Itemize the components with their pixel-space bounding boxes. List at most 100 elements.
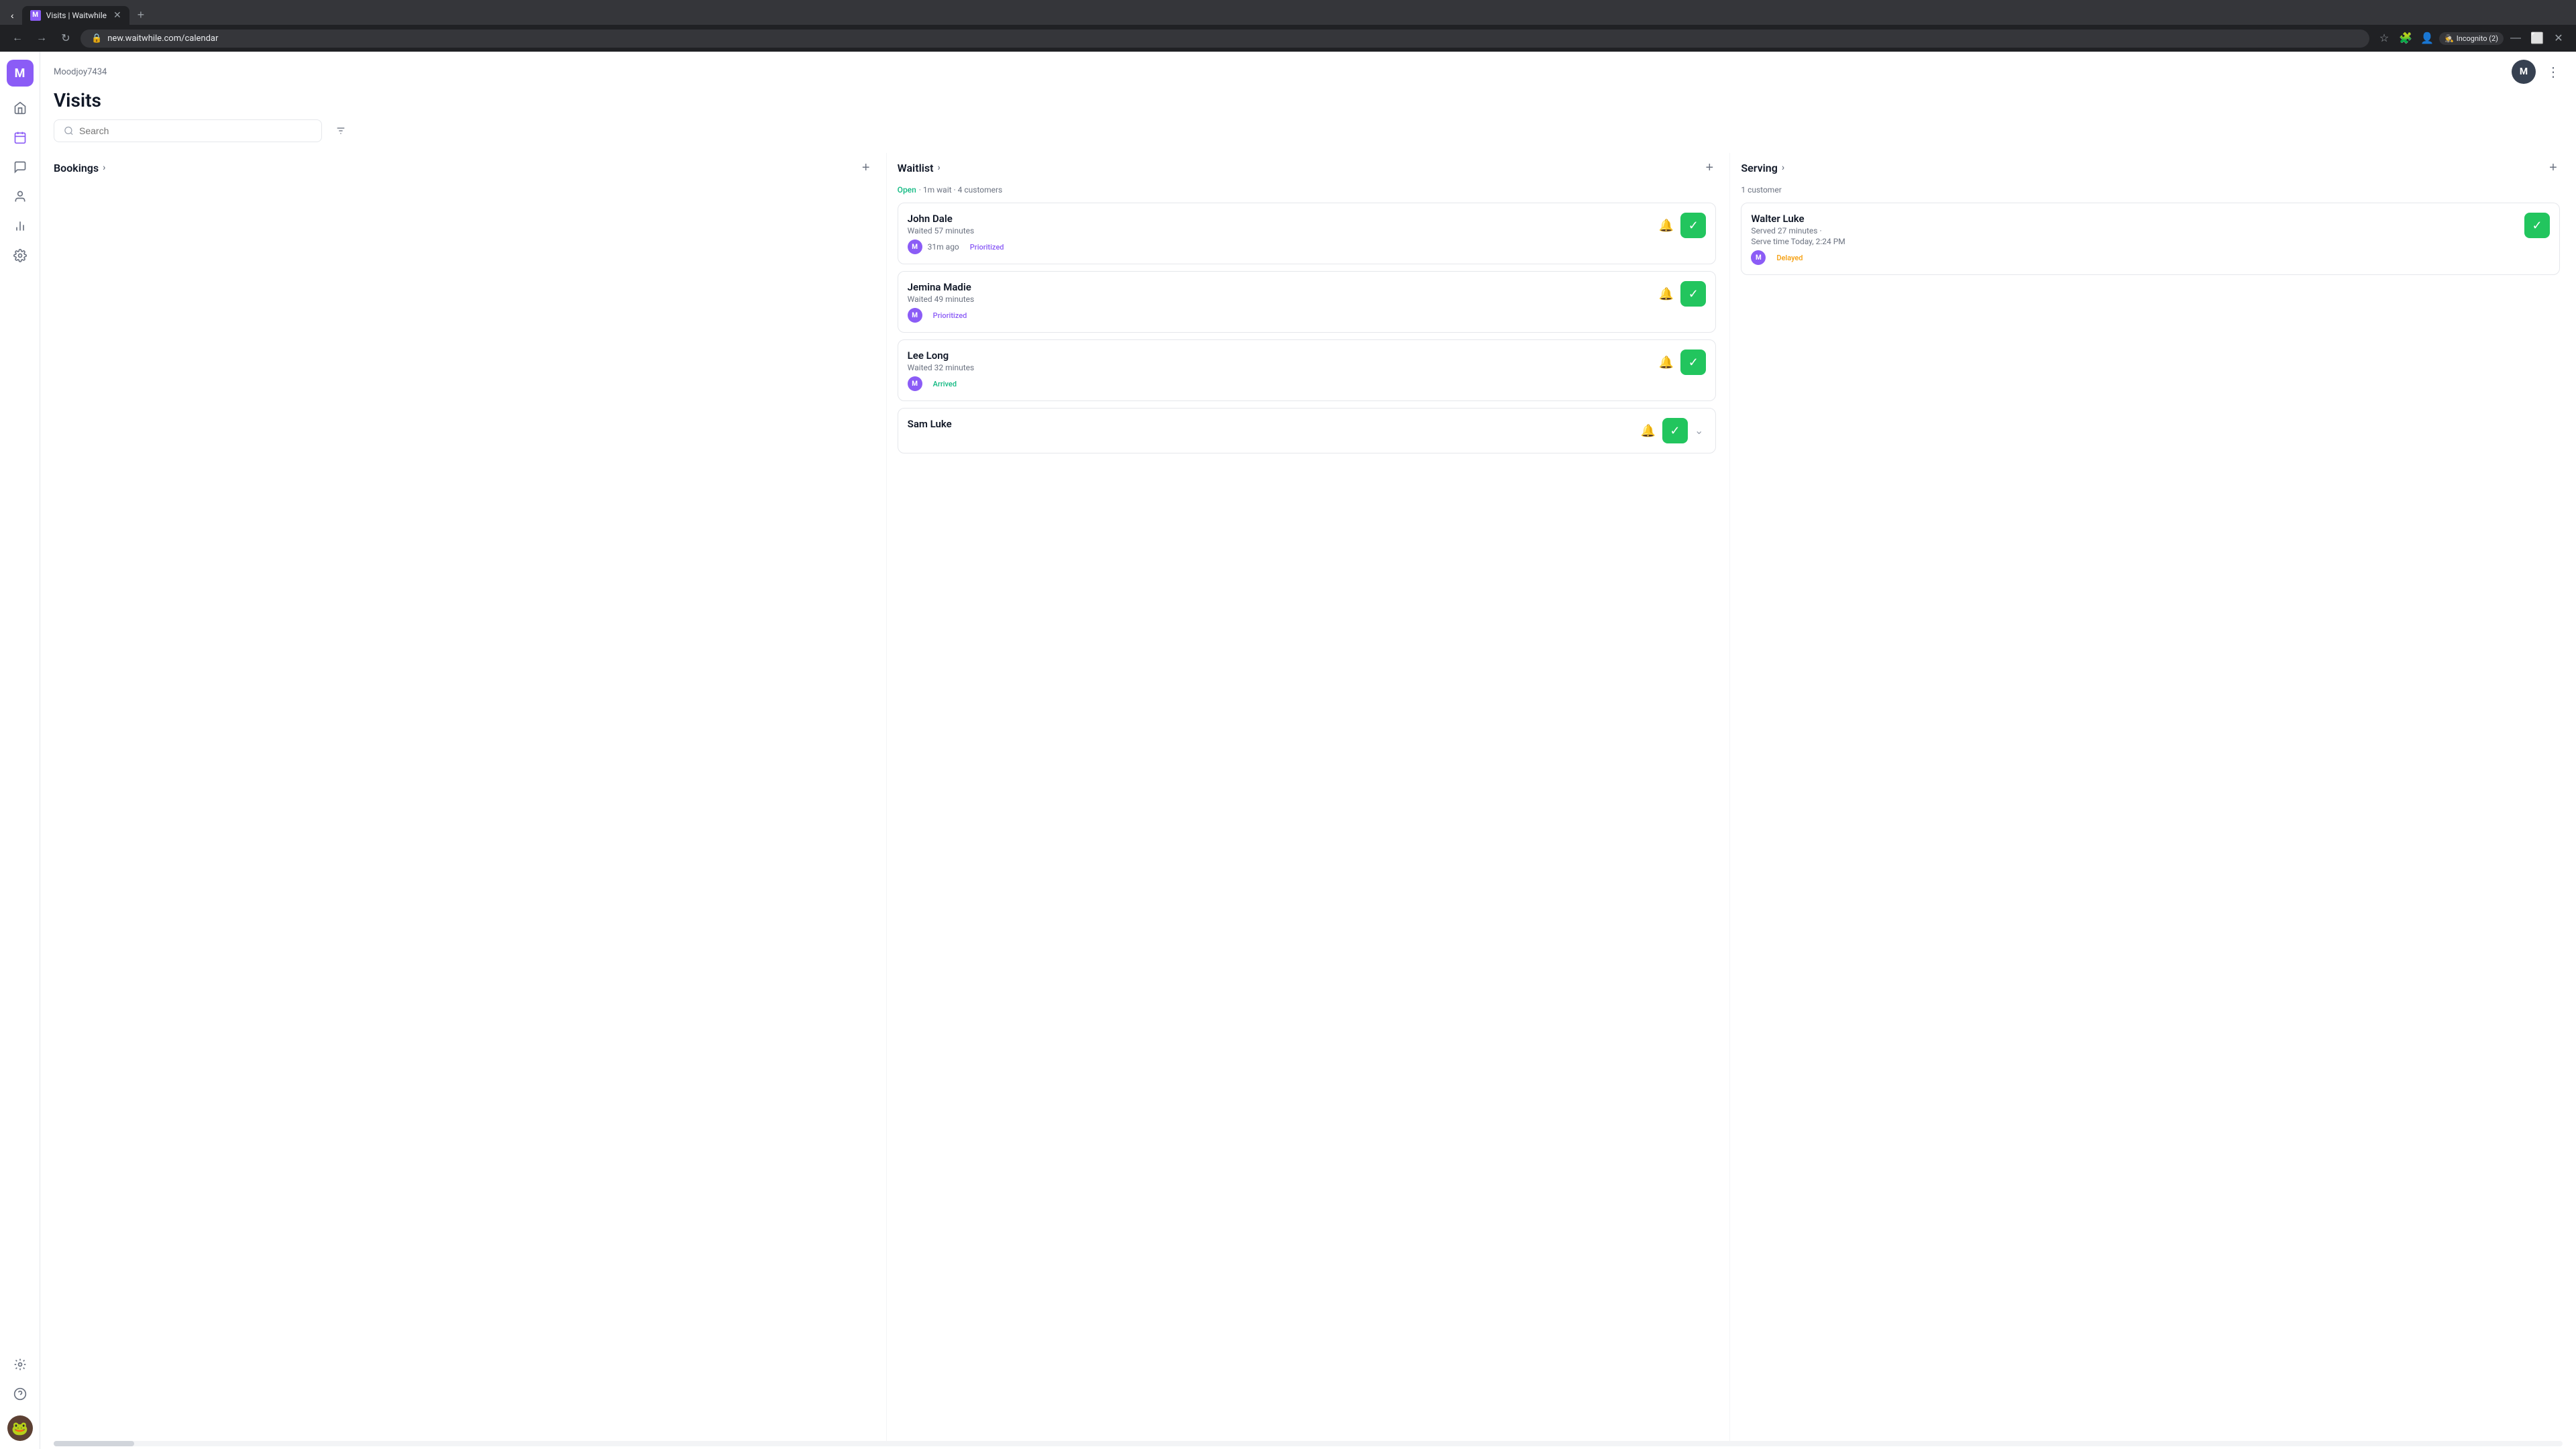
card-actions: 🔔 ✓	[1656, 281, 1706, 307]
card-info-walter: Walter Luke Served 27 minutes · Serve ti…	[1751, 213, 2519, 265]
address-text: new.waitwhile.com/calendar	[107, 34, 218, 44]
card-badge-prioritized: Prioritized	[928, 310, 973, 321]
back-button[interactable]: ←	[8, 29, 27, 48]
serving-chevron: ›	[1782, 162, 1784, 173]
sidebar-item-help[interactable]	[7, 1381, 34, 1407]
card-meta: M Prioritized	[908, 308, 1651, 323]
home-icon	[13, 101, 27, 115]
incognito-badge: 🕵 Incognito (2)	[2439, 32, 2504, 45]
bookings-title[interactable]: Bookings ›	[54, 162, 105, 174]
check-button[interactable]: ✓	[1680, 281, 1706, 307]
waitlist-add-button[interactable]: +	[1700, 158, 1719, 177]
bell-button[interactable]: 🔔	[1656, 284, 1676, 304]
toolbar-icons: ☆ 🧩 👤 🕵 Incognito (2) — ⬜ ✕	[2375, 29, 2568, 48]
sidebar-item-messages[interactable]	[7, 154, 34, 180]
forward-button[interactable]: →	[32, 29, 51, 48]
serving-add-button[interactable]: +	[2544, 158, 2563, 177]
sidebar-item-integrations[interactable]	[7, 1351, 34, 1378]
card-meta: M Delayed	[1751, 250, 2519, 265]
more-options-button[interactable]: ⋮	[2544, 61, 2563, 83]
close-window-button[interactable]: ✕	[2549, 29, 2568, 48]
bell-button[interactable]: 🔔	[1656, 353, 1676, 372]
reload-button[interactable]: ↻	[56, 29, 75, 48]
bookings-header: Bookings › +	[54, 153, 875, 185]
sidebar-logo[interactable]: M	[7, 60, 34, 87]
sidebar-item-settings[interactable]	[7, 242, 34, 269]
tab-title: Visits | Waitwhile	[46, 11, 108, 20]
check-button[interactable]: ✓	[2524, 213, 2550, 238]
card-name: Jemina Madie	[908, 281, 1651, 293]
card-waited: Waited 57 minutes	[908, 226, 1651, 235]
card-name: Lee Long	[908, 350, 1651, 362]
page-title: Visits	[54, 89, 2563, 111]
waitlist-chevron: ›	[938, 162, 941, 173]
card-badge-delayed: Delayed	[1771, 252, 1808, 264]
customers-icon	[13, 190, 27, 203]
tab-close-button[interactable]: ✕	[113, 10, 121, 21]
search-bar	[40, 119, 2576, 153]
page-header: Visits	[40, 84, 2576, 119]
integrations-icon	[13, 1358, 27, 1371]
tab-favicon: M	[30, 10, 41, 21]
waitlist-column: Waitlist › + Open · 1m wait · 4 customer…	[898, 153, 1731, 1441]
extensions-button[interactable]: 🧩	[2396, 29, 2415, 48]
org-name: Moodjoy7434	[54, 67, 107, 77]
waitlist-cards: John Dale Waited 57 minutes M 31m ago Pr…	[898, 203, 1719, 1441]
card-meta: M Arrived	[908, 376, 1651, 391]
top-bar-right: M ⋮	[2512, 60, 2563, 84]
address-input[interactable]: 🔒 new.waitwhile.com/calendar	[80, 30, 2369, 48]
search-input[interactable]	[79, 125, 312, 136]
waitlist-header: Waitlist › +	[898, 153, 1719, 185]
waitlist-title[interactable]: Waitlist ›	[898, 162, 941, 174]
check-button[interactable]: ✓	[1680, 213, 1706, 238]
bell-button[interactable]: 🔔	[1638, 421, 1658, 441]
check-button[interactable]: ✓	[1662, 418, 1688, 443]
minimize-button[interactable]: —	[2506, 29, 2525, 48]
sidebar-item-analytics[interactable]	[7, 213, 34, 239]
sidebar-avatar[interactable]: 🐸	[7, 1415, 33, 1441]
card-name: John Dale	[908, 213, 1651, 225]
horizontal-scrollbar[interactable]	[54, 1441, 2563, 1446]
bookmark-button[interactable]: ☆	[2375, 29, 2394, 48]
waitlist-status-detail: · 1m wait · 4 customers	[919, 185, 1002, 195]
card-avatar: M	[908, 376, 922, 391]
sidebar-item-customers[interactable]	[7, 183, 34, 210]
browser-chrome: ‹ M Visits | Waitwhile ✕ + ← → ↻ 🔒 new.w…	[0, 0, 2576, 52]
filter-button[interactable]	[330, 120, 352, 142]
check-button[interactable]: ✓	[1680, 350, 1706, 375]
sidebar-item-calendar[interactable]	[7, 124, 34, 151]
serving-header: Serving › +	[1741, 153, 2563, 185]
card-actions: 🔔 ✓ ⌄	[1638, 418, 1707, 443]
user-avatar[interactable]: M	[2512, 60, 2536, 84]
expand-button[interactable]: ⌄	[1692, 421, 1706, 440]
serving-customer-count: 1 customer	[1741, 185, 2563, 203]
waitlist-card-sam-luke: Sam Luke 🔔 ✓ ⌄	[898, 408, 1717, 453]
restore-button[interactable]: ⬜	[2528, 29, 2546, 48]
serving-title[interactable]: Serving ›	[1741, 162, 1784, 174]
settings-icon	[13, 249, 27, 262]
card-name: Walter Luke	[1751, 213, 2519, 225]
card-name: Sam Luke	[908, 418, 1633, 430]
card-info-john-dale: John Dale Waited 57 minutes M 31m ago Pr…	[908, 213, 1651, 254]
search-input-wrap[interactable]	[54, 119, 322, 142]
profile-button[interactable]: 👤	[2418, 29, 2436, 48]
tab-switcher[interactable]: ‹	[5, 7, 19, 23]
card-avatar: M	[908, 308, 922, 323]
waitlist-status: Open · 1m wait · 4 customers	[898, 185, 1719, 203]
new-tab-button[interactable]: +	[132, 5, 150, 25]
address-bar: ← → ↻ 🔒 new.waitwhile.com/calendar ☆ 🧩 👤…	[0, 25, 2576, 52]
card-info-lee: Lee Long Waited 32 minutes M Arrived	[908, 350, 1651, 391]
active-tab[interactable]: M Visits | Waitwhile ✕	[22, 6, 129, 25]
top-bar: Moodjoy7434 M ⋮	[40, 52, 2576, 84]
card-badge-prioritized: Prioritized	[965, 241, 1010, 253]
sidebar-item-home[interactable]	[7, 95, 34, 121]
serving-card-walter-luke: Walter Luke Served 27 minutes · Serve ti…	[1741, 203, 2560, 275]
card-avatar: M	[1751, 250, 1766, 265]
waitlist-status-open: Open	[898, 185, 916, 195]
bell-button[interactable]: 🔔	[1656, 216, 1676, 235]
card-info-sam: Sam Luke	[908, 418, 1633, 431]
scrollbar-thumb	[54, 1441, 134, 1446]
waitlist-card-john-dale: John Dale Waited 57 minutes M 31m ago Pr…	[898, 203, 1717, 264]
bookings-add-button[interactable]: +	[857, 158, 875, 177]
card-waited: Waited 32 minutes	[908, 363, 1651, 372]
